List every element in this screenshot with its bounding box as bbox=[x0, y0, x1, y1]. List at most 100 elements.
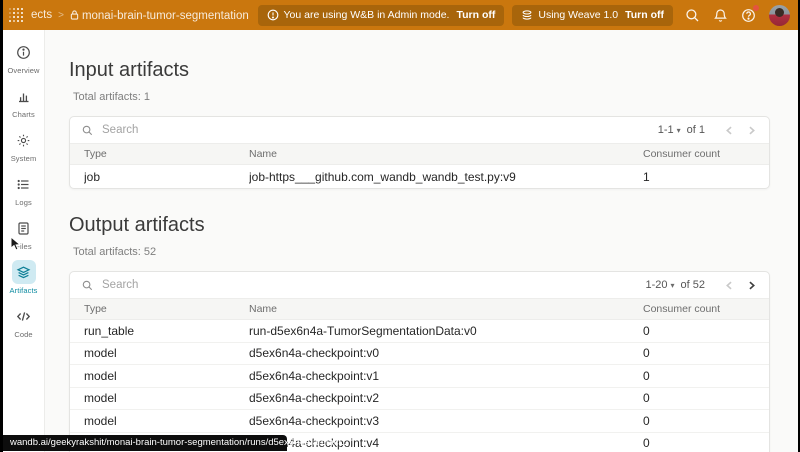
column-header-consumer-count[interactable]: Consumer count bbox=[643, 148, 769, 160]
artifact-consumer-count: 0 bbox=[643, 413, 650, 428]
artifact-consumer-count: 0 bbox=[643, 436, 650, 451]
input-artifacts-table: 1-1▾ of 1 Type Name Consumer count job j… bbox=[69, 116, 770, 189]
notification-dot bbox=[753, 4, 759, 11]
top-navbar: ects > monai-brain-tumor-segmentation > … bbox=[3, 0, 798, 30]
output-table-pagination: 1-20 ▾ of 52 bbox=[645, 277, 759, 293]
search-icon bbox=[82, 280, 93, 290]
output-total-label: Total artifacts: 52 bbox=[73, 246, 157, 258]
prev-page-button[interactable] bbox=[721, 122, 737, 138]
breadcrumb: ects > monai-brain-tumor-segmentation > … bbox=[31, 9, 250, 22]
user-avatar[interactable] bbox=[769, 4, 790, 26]
gear-icon bbox=[12, 128, 36, 152]
table-row[interactable]: model d5ex6n4a-checkpoint:v3 0 bbox=[70, 410, 769, 433]
artifact-type: model bbox=[84, 368, 117, 383]
input-artifacts-title: Input artifacts bbox=[69, 59, 190, 81]
weave-banner[interactable]: Using Weave 1.0 Turn off bbox=[512, 4, 673, 26]
search-icon[interactable] bbox=[685, 8, 700, 23]
alert-circle-icon bbox=[267, 9, 278, 21]
sidebar-item-label: Code bbox=[14, 330, 33, 339]
artifact-consumer-count: 1 bbox=[643, 169, 650, 184]
input-table-toolbar: 1-1▾ of 1 bbox=[70, 117, 769, 143]
sidebar-item-label: Logs bbox=[15, 198, 32, 207]
next-page-button[interactable] bbox=[743, 122, 759, 138]
artifact-type: model bbox=[84, 391, 117, 406]
page-of-label: of 1 bbox=[686, 124, 705, 136]
sidebar-item-label: Charts bbox=[12, 110, 35, 119]
sidebar-item-logs[interactable]: Logs bbox=[3, 172, 44, 207]
output-table-toolbar: 1-20▾ of 52 bbox=[70, 272, 769, 298]
table-row[interactable]: model d5ex6n4a-checkpoint:v1 0 bbox=[70, 365, 769, 388]
artifact-consumer-count: 0 bbox=[643, 391, 650, 406]
admin-mode-banner[interactable]: You are using W&B in Admin mode. Turn of… bbox=[257, 4, 505, 26]
run-sidebar: Overview Charts System Logs Files Artifa… bbox=[3, 30, 45, 452]
next-page-button[interactable] bbox=[743, 277, 759, 293]
app-window: ects > monai-brain-tumor-segmentation > … bbox=[3, 0, 798, 452]
weave-turn-off-button[interactable]: Turn off bbox=[625, 9, 664, 21]
help-icon[interactable] bbox=[741, 4, 759, 23]
admin-banner-text: You are using W&B in Admin mode. bbox=[283, 9, 450, 21]
artifact-consumer-count: 0 bbox=[643, 368, 650, 383]
artifact-type: job bbox=[84, 169, 101, 184]
sidebar-item-label: System bbox=[10, 154, 37, 163]
column-header-name[interactable]: Name bbox=[249, 148, 643, 160]
sidebar-item-label: Artifacts bbox=[9, 286, 38, 295]
chevron-down-icon: ▾ bbox=[676, 125, 681, 135]
breadcrumb-project[interactable]: monai-brain-tumor-segmentation bbox=[70, 9, 249, 22]
output-artifacts-table: 1-20▾ of 52 Type Name Consumer count run… bbox=[69, 271, 770, 452]
chevron-down-icon: ▾ bbox=[670, 280, 675, 290]
prev-page-button[interactable] bbox=[721, 277, 737, 293]
artifact-name[interactable]: d5ex6n4a-checkpoint:v3 bbox=[249, 414, 643, 428]
artifact-name[interactable]: run-d5ex6n4a-TumorSegmentationData:v0 bbox=[249, 324, 643, 338]
input-total-label: Total artifacts: 1 bbox=[73, 91, 151, 103]
table-row[interactable]: run_table run-d5ex6n4a-TumorSegmentation… bbox=[70, 320, 769, 343]
page-range-selector[interactable]: 1-20 ▾ bbox=[645, 279, 674, 291]
artifact-name[interactable]: d5ex6n4a-checkpoint:v2 bbox=[249, 391, 643, 405]
table-row[interactable]: model d5ex6n4a-checkpoint:v0 0 bbox=[70, 343, 769, 365]
artifact-consumer-count: 0 bbox=[643, 323, 650, 338]
artifact-name[interactable]: d5ex6n4a-checkpoint:v0 bbox=[249, 346, 643, 360]
bar-chart-icon bbox=[12, 84, 36, 108]
sidebar-item-label: Overview bbox=[7, 66, 40, 75]
page-range-selector[interactable]: 1-1 ▾ bbox=[658, 124, 681, 136]
column-header-consumer-count[interactable]: Consumer count bbox=[643, 303, 769, 315]
column-header-type[interactable]: Type bbox=[84, 303, 249, 315]
document-icon bbox=[12, 216, 36, 240]
weave-banner-text: Using Weave 1.0 bbox=[538, 9, 619, 21]
sidebar-item-charts[interactable]: Charts bbox=[3, 84, 44, 119]
weave-layers-icon bbox=[522, 10, 532, 20]
apps-grid-icon[interactable] bbox=[9, 8, 23, 22]
artifact-type: model bbox=[84, 346, 117, 361]
artifact-type: model bbox=[84, 413, 117, 428]
artifact-name[interactable]: d5ex6n4a-checkpoint:v1 bbox=[249, 369, 643, 383]
topbar-icon-cluster bbox=[685, 4, 790, 26]
sidebar-item-code[interactable]: Code bbox=[3, 304, 44, 339]
sidebar-item-system[interactable]: System bbox=[3, 128, 44, 163]
column-header-type[interactable]: Type bbox=[84, 148, 249, 160]
notifications-bell-icon[interactable] bbox=[713, 8, 728, 23]
output-table-search-input[interactable] bbox=[100, 278, 639, 292]
table-row[interactable]: model d5ex6n4a-checkpoint:v2 0 bbox=[70, 388, 769, 410]
artifacts-layers-icon bbox=[11, 260, 36, 284]
table-header-row: Type Name Consumer count bbox=[70, 298, 769, 320]
page-of-label: of 52 bbox=[680, 279, 705, 291]
input-table-search-input[interactable] bbox=[100, 123, 651, 137]
sidebar-item-overview[interactable]: Overview bbox=[3, 40, 44, 75]
sidebar-item-label: Files bbox=[15, 242, 32, 251]
table-header-row: Type Name Consumer count bbox=[70, 143, 769, 165]
input-table-pagination: 1-1 ▾ of 1 bbox=[658, 122, 759, 138]
artifact-name[interactable]: job-https___github.com_wandb_wandb_test.… bbox=[249, 170, 643, 184]
column-header-name[interactable]: Name bbox=[249, 303, 643, 315]
artifact-type: run_table bbox=[84, 323, 135, 338]
admin-turn-off-button[interactable]: Turn off bbox=[456, 9, 495, 21]
table-row[interactable]: job job-https___github.com_wandb_wandb_t… bbox=[70, 165, 769, 188]
sidebar-item-files[interactable]: Files bbox=[3, 216, 44, 251]
code-icon bbox=[12, 304, 36, 328]
info-icon bbox=[12, 40, 36, 64]
lock-icon bbox=[70, 9, 79, 22]
search-icon bbox=[82, 125, 93, 135]
output-artifacts-title: Output artifacts bbox=[69, 214, 205, 236]
artifact-consumer-count: 0 bbox=[643, 346, 650, 361]
breadcrumb-projects[interactable]: ects bbox=[31, 9, 52, 21]
sidebar-item-artifacts[interactable]: Artifacts bbox=[3, 260, 44, 295]
artifacts-panel: Input artifacts Total artifacts: 1 1-1▾ … bbox=[45, 30, 798, 452]
